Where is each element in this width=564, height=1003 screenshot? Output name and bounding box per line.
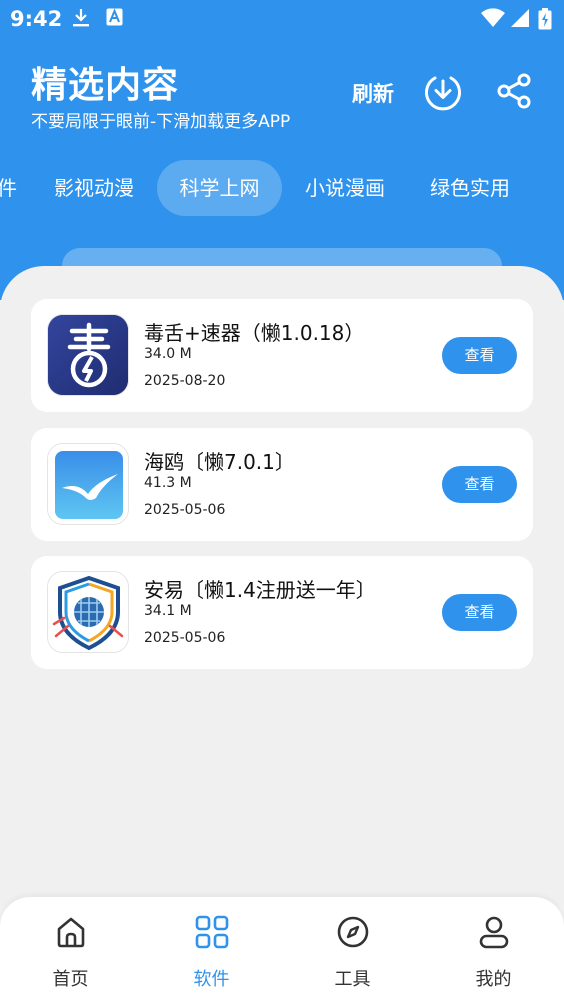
seagull-icon	[47, 443, 129, 525]
download-icon[interactable]	[424, 73, 462, 111]
app-notification-icon	[106, 8, 123, 26]
bottom-nav: 首页 软件 工具 我的	[0, 897, 564, 1003]
status-bar: 9:42	[0, 0, 564, 38]
view-button[interactable]: 查看	[442, 466, 517, 503]
nav-software[interactable]: 软件	[141, 897, 282, 1003]
tab-vpn[interactable]: 科学上网	[157, 160, 282, 216]
nav-label: 首页	[52, 969, 89, 990]
dushe-logo-icon	[47, 314, 129, 396]
app-date: 2025-05-06	[144, 502, 226, 518]
status-time: 9:42	[10, 7, 63, 31]
nav-tools[interactable]: 工具	[282, 897, 423, 1003]
user-icon	[479, 916, 508, 949]
battery-icon	[538, 8, 552, 30]
compass-icon	[337, 916, 368, 948]
app-size: 34.1 M	[144, 603, 192, 619]
nav-label: 我的	[475, 969, 512, 990]
app-name: 毒舌+速器（懒1.0.18）	[144, 321, 365, 345]
nav-label: 工具	[334, 969, 371, 990]
page-subtitle: 不要局限于眼前-下滑加载更多APP	[31, 112, 291, 132]
app-size: 34.0 M	[144, 346, 192, 362]
app-name: 安易〔懒1.4注册送一年〕	[144, 578, 376, 602]
app-card[interactable]: 安易〔懒1.4注册送一年〕 34.1 M 2025-05-06 查看	[31, 556, 533, 669]
app-size: 41.3 M	[144, 475, 192, 491]
wifi-icon	[481, 8, 505, 27]
nav-label: 软件	[193, 969, 230, 990]
app-card[interactable]: 海鸥〔懒7.0.1〕 41.3 M 2025-05-06 查看	[31, 428, 533, 541]
page-title: 精选内容	[31, 65, 180, 106]
refresh-button[interactable]: 刷新	[352, 78, 394, 108]
tab-green-utility[interactable]: 绿色实用	[418, 160, 522, 216]
shield-globe-icon	[47, 571, 129, 653]
tab-video-anime[interactable]: 影视动漫	[42, 160, 146, 216]
view-button[interactable]: 查看	[442, 337, 517, 374]
grid-icon	[195, 915, 228, 949]
share-icon[interactable]	[497, 73, 531, 109]
home-icon	[57, 917, 84, 948]
app-card[interactable]: 毒舌+速器（懒1.0.18） 34.0 M 2025-08-20 查看	[31, 299, 533, 412]
nav-home[interactable]: 首页	[0, 897, 141, 1003]
nav-mine[interactable]: 我的	[423, 897, 564, 1003]
tab-novel-comic[interactable]: 小说漫画	[293, 160, 397, 216]
category-tabs: 件 影视动漫 科学上网 小说漫画 绿色实用	[0, 160, 564, 218]
tab-partial[interactable]: 件	[0, 160, 18, 216]
signal-icon	[511, 9, 529, 27]
download-notification-icon	[73, 9, 89, 27]
app-date: 2025-05-06	[144, 630, 226, 646]
app-date: 2025-08-20	[144, 373, 226, 389]
app-name: 海鸥〔懒7.0.1〕	[144, 450, 295, 474]
header: 9:42 精选内容 不要局限于眼前-下滑加载更多APP 刷新 件 影视动漫 科学…	[0, 0, 564, 300]
view-button[interactable]: 查看	[442, 594, 517, 631]
